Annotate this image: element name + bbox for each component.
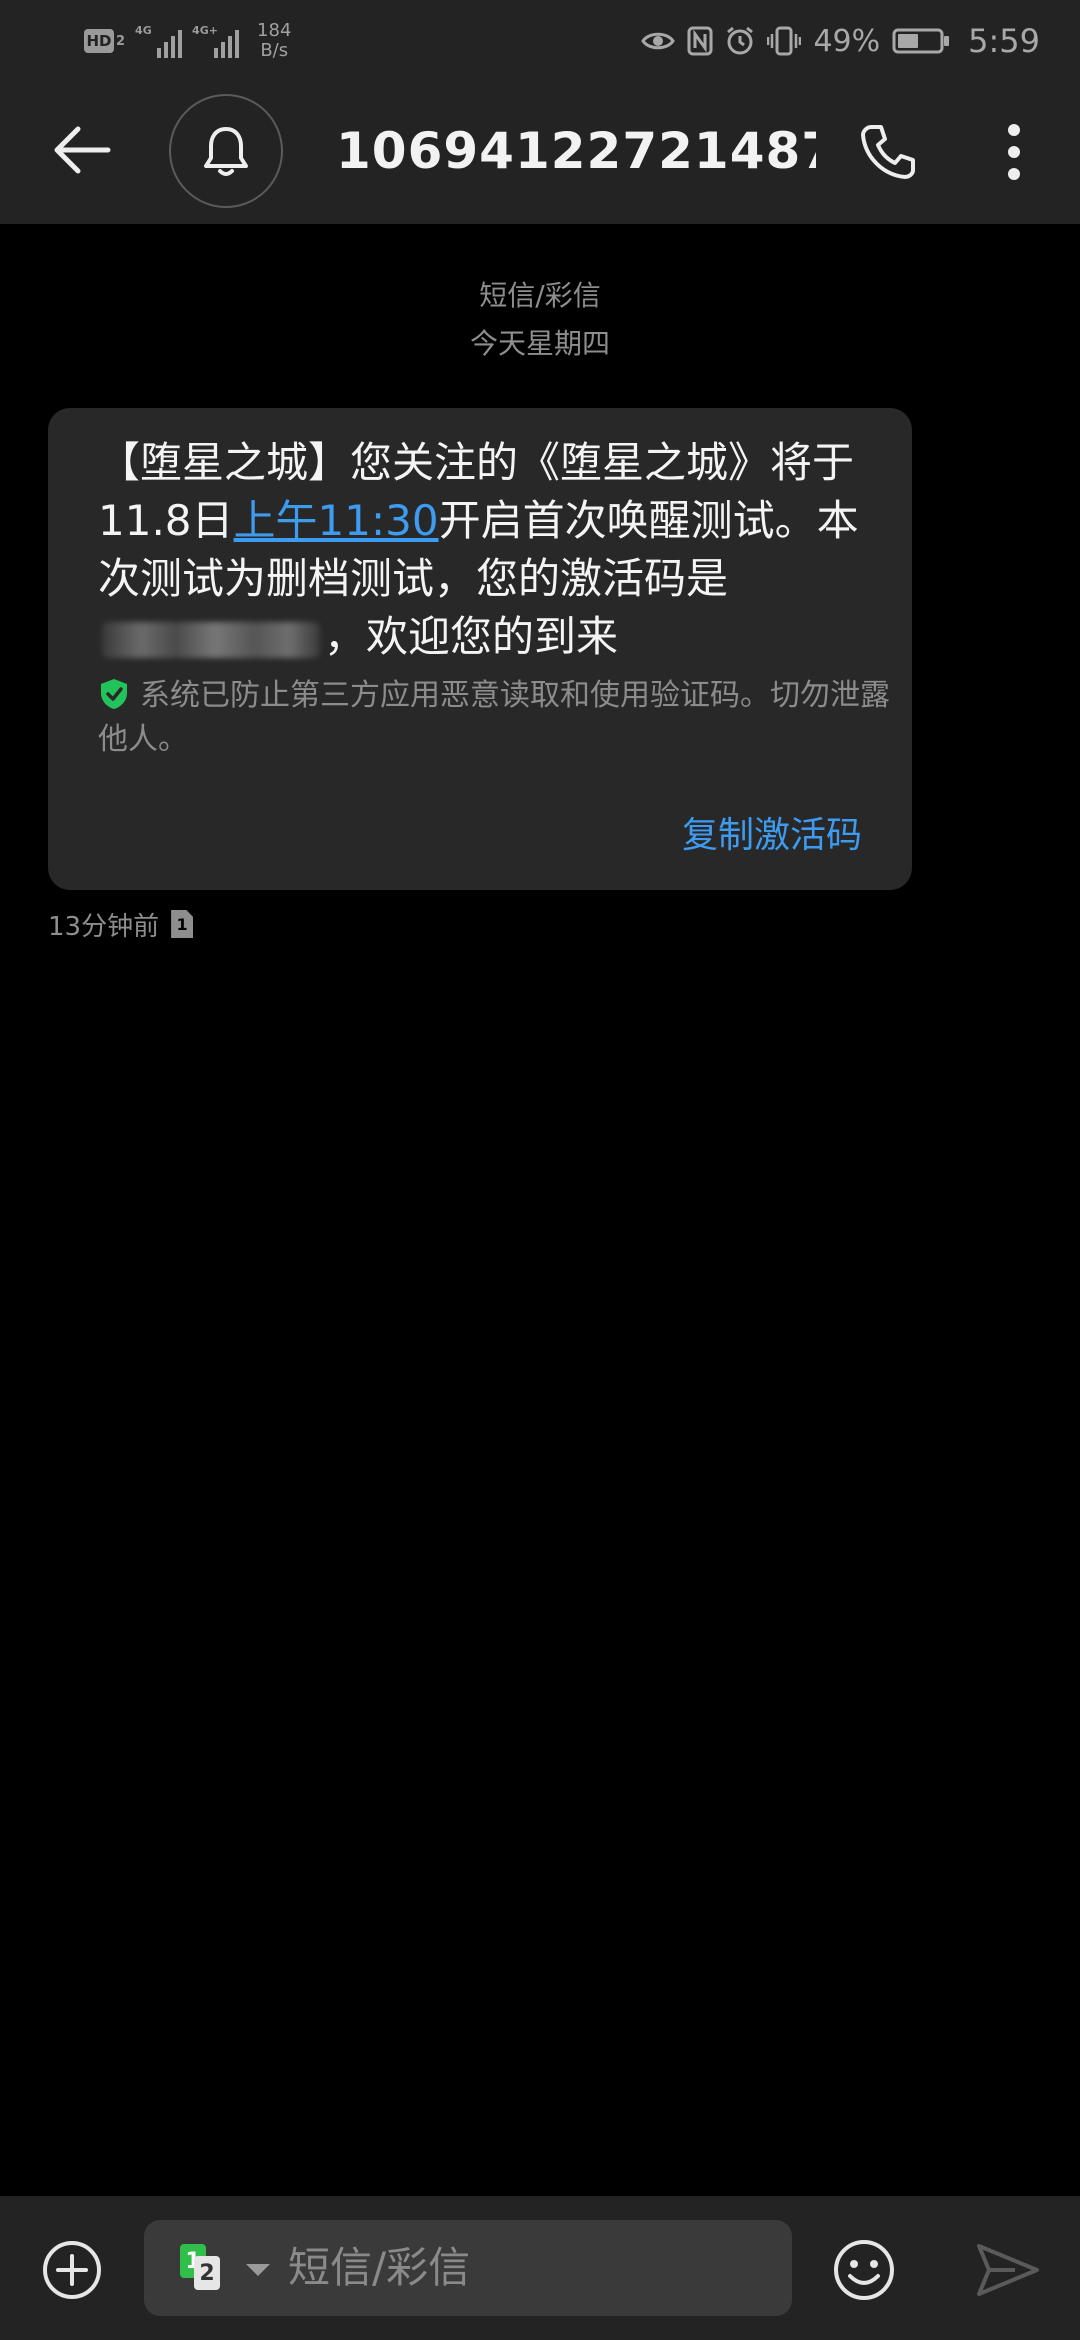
hd-voice-badge: HD 2: [84, 29, 125, 53]
security-note-text: 系统已防止第三方应用恶意读取和使用验证码。切勿泄露他人。: [98, 678, 890, 757]
conversation-title: 10694122721487...: [336, 122, 816, 180]
notification-button[interactable]: [169, 94, 283, 208]
network-speed-value: 184: [257, 20, 292, 41]
message-time-ago: 13分钟前: [48, 911, 160, 942]
back-button[interactable]: [46, 120, 118, 180]
hd-sub: 2: [116, 33, 126, 49]
sim-selector[interactable]: 1 2: [180, 2244, 280, 2294]
emoji-button[interactable]: [826, 2232, 902, 2308]
back-arrow-icon: [54, 126, 111, 174]
activation-code-redacted: [102, 621, 320, 658]
message-time-link[interactable]: 上午11:30: [234, 496, 439, 545]
compose-bar: 1 2 短信/彩信: [0, 2196, 1080, 2340]
signal-icon-sim2: 4G+: [192, 24, 240, 58]
network-type-2: 4G+: [192, 24, 218, 37]
attach-button[interactable]: [36, 2234, 108, 2306]
hd-label: HD: [84, 29, 114, 53]
message-bubble[interactable]: 【堕星之城】您关注的《堕星之城》将于11.8日上午11:30开启首次唤醒测试。本…: [48, 408, 912, 890]
nfc-icon: [687, 26, 713, 56]
network-speed: 184 B/s: [257, 21, 291, 61]
network-type-1: 4G: [135, 24, 152, 37]
clock: 5:59: [968, 22, 1040, 60]
message-input[interactable]: 1 2 短信/彩信: [144, 2220, 792, 2316]
plus-circle-icon: [43, 2241, 101, 2299]
more-options-button[interactable]: [990, 118, 1038, 186]
copy-activation-code-button[interactable]: 复制激活码: [682, 806, 862, 858]
sim-2-badge: 2: [194, 2256, 220, 2290]
message-text: 【堕星之城】您关注的《堕星之城》将于11.8日上午11:30开启首次唤醒测试。本…: [98, 434, 898, 666]
more-vertical-icon: [1008, 124, 1020, 180]
conversation-type-label: 短信/彩信: [479, 279, 601, 312]
vibrate-icon: [767, 26, 802, 56]
battery-percentage: 49%: [813, 23, 881, 59]
bell-icon: [204, 127, 248, 176]
send-icon: [977, 2244, 1039, 2296]
call-button[interactable]: [852, 116, 924, 188]
status-bar: HD 2 4G 4G+ 184 B/s 49% 5:59: [0, 0, 1080, 76]
send-button[interactable]: [970, 2236, 1046, 2304]
security-note: 系统已防止第三方应用恶意读取和使用验证码。切勿泄露他人。: [98, 674, 898, 762]
message-text-part-3: ，欢迎您的到来: [324, 612, 619, 661]
message-input-placeholder: 短信/彩信: [288, 2243, 471, 2292]
eye-icon: [641, 32, 676, 50]
chevron-down-icon: [246, 2264, 270, 2276]
shield-icon: [101, 679, 127, 709]
network-speed-unit: B/s: [260, 40, 289, 61]
sim-card-icon: 1: [171, 910, 194, 938]
conversation-date-label: 今天星期四: [469, 327, 610, 360]
battery-icon: [892, 28, 950, 54]
smiley-icon: [834, 2240, 894, 2300]
phone-icon: [861, 125, 915, 179]
message-timestamp: 13分钟前 1: [48, 906, 194, 942]
status-right: 49% 5:59: [641, 16, 1040, 66]
signal-icon-sim1: 4G: [135, 24, 183, 58]
alarm-icon: [727, 26, 754, 55]
app-bar: 10694122721487...: [0, 76, 1080, 224]
status-left: HD 2 4G 4G+ 184 B/s: [84, 16, 291, 66]
